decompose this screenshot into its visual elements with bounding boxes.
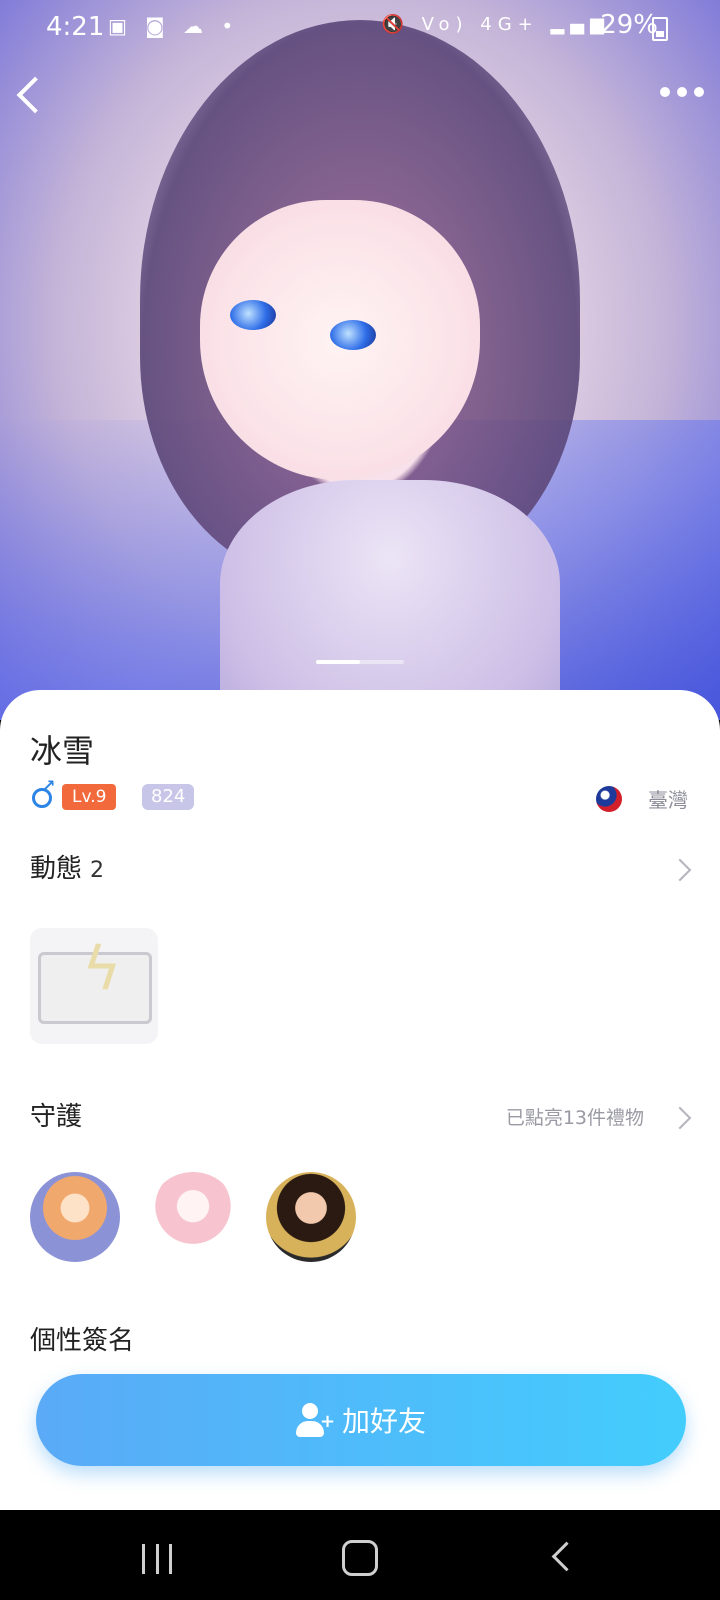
guard-avatar-3[interactable] [266, 1172, 356, 1262]
page-indicator-current [316, 660, 360, 664]
battery-icon [652, 17, 668, 41]
guard-chevron-right-icon[interactable] [668, 1106, 692, 1130]
cover-eye-right [330, 320, 376, 350]
home-icon[interactable] [342, 1540, 378, 1576]
add-user-icon: + [295, 1403, 335, 1437]
moment-thumbnail[interactable]: ϟ [30, 928, 158, 1044]
male-gender-icon [30, 776, 55, 808]
more-options-icon[interactable] [660, 82, 706, 102]
moments-title: 動態 [30, 854, 83, 884]
signature-title: 個性簽名 [30, 1326, 135, 1356]
guard-title: 守護 [30, 1102, 83, 1132]
level-badge: Lv.9 [62, 784, 117, 810]
add-friend-button[interactable]: + 加好友 [36, 1374, 686, 1466]
recent-apps-icon[interactable] [142, 1544, 172, 1574]
status-notification-icons: ▣ ◙ ☁ • [108, 14, 240, 38]
number-badge: 824 [142, 784, 195, 810]
lightning-icon: ϟ [82, 934, 122, 1004]
guard-avatar-2[interactable] [148, 1172, 238, 1262]
moments-count: 2 [90, 858, 105, 883]
signal-icons: 🔇 Vo) 4G+ ▂▄▆ [381, 14, 610, 35]
cover-page-indicator [316, 660, 404, 664]
region-label: 臺灣 [648, 788, 688, 812]
taiwan-flag-icon [596, 786, 622, 812]
system-navigation-bar [0, 1510, 720, 1600]
battery-percent: 29% [600, 10, 658, 40]
back-nav-icon[interactable] [551, 1541, 582, 1572]
status-time: 4:21 [46, 12, 105, 42]
profile-cover-image[interactable] [0, 0, 720, 720]
guard-gift-summary[interactable]: 已點亮13件禮物 [506, 1103, 644, 1130]
moments-section-title[interactable]: 動態 2 [30, 848, 104, 885]
profile-name: 冰雪 [30, 732, 95, 770]
guard-avatar-1[interactable] [30, 1172, 120, 1262]
add-friend-label: 加好友 [341, 1405, 426, 1438]
cover-eye-left [230, 300, 276, 330]
moments-chevron-right-icon[interactable] [668, 858, 692, 882]
status-bar: 4:21 ▣ ◙ ☁ • 🔇 Vo) 4G+ ▂▄▆ 29% [0, 0, 720, 52]
cover-collar [220, 480, 560, 720]
back-button[interactable] [12, 74, 52, 114]
